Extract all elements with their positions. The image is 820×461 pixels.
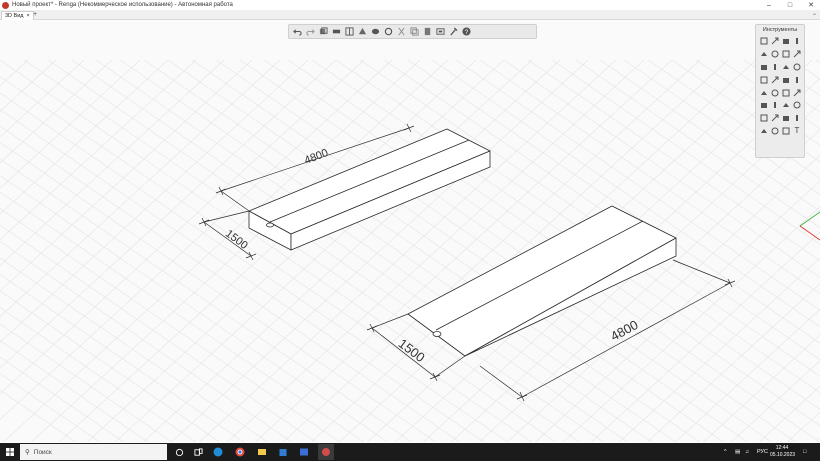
grid-icon[interactable] — [344, 27, 354, 37]
tab-close-icon[interactable]: × — [27, 12, 30, 20]
windows-start-icon[interactable] — [6, 448, 14, 456]
search-icon: ⚲ — [25, 449, 30, 456]
column-icon[interactable] — [792, 35, 802, 48]
dim-length-1: 4800 — [303, 147, 330, 167]
tools-grid: T — [756, 35, 804, 137]
undo-icon[interactable] — [292, 27, 302, 37]
display-mode-icon[interactable] — [435, 27, 445, 37]
railing-icon[interactable] — [759, 73, 769, 86]
dim-width-2: 1500 — [396, 336, 428, 365]
wall-icon[interactable] — [781, 35, 791, 48]
title-bar: Новый проект* - Renga (Некоммерческое ис… — [0, 0, 820, 10]
window-icon[interactable] — [781, 61, 791, 74]
network-icon[interactable]: ▤ — [735, 443, 740, 461]
duct-icon[interactable] — [781, 86, 791, 99]
section-icon[interactable] — [357, 27, 367, 37]
cortana-icon[interactable] — [173, 446, 185, 458]
keyboard-language[interactable]: РУС — [757, 443, 768, 461]
store-icon[interactable] — [277, 446, 289, 458]
select-icon[interactable] — [759, 35, 769, 48]
roof-icon[interactable] — [770, 48, 780, 61]
notifications-icon[interactable]: □ — [803, 443, 806, 461]
fitting-icon[interactable] — [792, 86, 802, 99]
chrome-icon[interactable] — [234, 446, 246, 458]
foundation-icon[interactable] — [781, 99, 791, 112]
beam-icon[interactable] — [792, 48, 802, 61]
axis-icon[interactable] — [759, 112, 769, 125]
line-icon[interactable] — [770, 73, 780, 86]
room-icon[interactable] — [781, 73, 791, 86]
mesh-icon[interactable] — [770, 99, 780, 112]
terminal-icon[interactable] — [792, 99, 802, 112]
task-view-icon[interactable] — [192, 446, 204, 458]
view-toolbar: ? — [288, 24, 537, 39]
tab-3d-view[interactable]: 3D Вид × — [1, 11, 34, 20]
window-title: Новый проект* - Renga (Некоммерческое ис… — [12, 2, 233, 8]
slab-icon[interactable] — [759, 48, 769, 61]
paste-icon[interactable] — [422, 27, 432, 37]
app-taskbar-icon[interactable] — [298, 446, 310, 458]
add-tab-button[interactable]: + — [33, 11, 37, 19]
stair-icon[interactable] — [781, 48, 791, 61]
ground-grid — [0, 59, 820, 442]
assembly-icon[interactable] — [781, 112, 791, 125]
layers-icon[interactable] — [331, 27, 341, 37]
ramp-icon[interactable] — [759, 61, 769, 74]
tab-overflow-icon[interactable]: ⌄ — [812, 10, 817, 17]
dim-width-1: 1500 — [223, 228, 250, 252]
rebar-icon[interactable] — [759, 99, 769, 112]
scene-canvas[interactable]: 4800 1500 4800 1500 — [0, 20, 820, 442]
tools-panel-title: Инструменты — [762, 27, 798, 33]
settings-icon[interactable] — [448, 27, 458, 37]
search-placeholder: Поиск — [33, 448, 52, 456]
minimize-button[interactable]: – — [758, 0, 780, 10]
opening-icon[interactable] — [792, 73, 802, 86]
plate-icon[interactable] — [770, 61, 780, 74]
help-icon[interactable]: ? — [461, 27, 471, 37]
svg-text:?: ? — [464, 29, 468, 36]
door-icon[interactable] — [792, 61, 802, 74]
element-icon[interactable] — [770, 112, 780, 125]
text-icon[interactable] — [770, 125, 780, 138]
copy-icon[interactable] — [409, 27, 419, 37]
cut-icon[interactable] — [396, 27, 406, 37]
elevation-icon[interactable] — [781, 125, 791, 138]
renga-taskbar-icon[interactable] — [318, 444, 334, 460]
trim-icon[interactable] — [792, 112, 802, 125]
redo-icon[interactable] — [305, 27, 315, 37]
edge-icon[interactable] — [212, 446, 224, 458]
tools-panel: Инструменты T — [755, 24, 805, 158]
dim-length-2: 4800 — [608, 317, 641, 344]
tab-label: 3D Вид — [5, 13, 24, 19]
equipment-icon[interactable] — [770, 86, 780, 99]
tab-bar: 3D Вид × + ⌄ — [0, 10, 820, 20]
snapshot-icon[interactable] — [383, 27, 393, 37]
pipe-icon[interactable] — [759, 86, 769, 99]
taskbar: ⚲ Поиск ^ ▤ ♫ РУС 12:44 05.10.2023 □ — [0, 443, 820, 461]
system-clock[interactable]: 12:44 05.10.2023 — [770, 445, 796, 458]
visibility-icon[interactable] — [370, 27, 380, 37]
volume-icon[interactable]: ♫ — [745, 443, 749, 461]
tray-arrow-icon[interactable]: ^ — [724, 443, 727, 461]
maximize-button[interactable]: □ — [779, 0, 801, 10]
level-icon[interactable] — [770, 35, 780, 48]
file-explorer-icon[interactable] — [256, 446, 268, 458]
clock-date: 05.10.2023 — [770, 451, 796, 458]
3d-viewport[interactable]: 4800 1500 4800 1500 ? Инструменты T — [0, 20, 820, 442]
text-tool-label: T — [794, 126, 800, 136]
app-icon — [2, 1, 9, 9]
close-button[interactable]: ✕ — [800, 0, 820, 10]
taskbar-search[interactable]: ⚲ Поиск — [20, 444, 167, 460]
view-cube-icon[interactable] — [318, 27, 328, 37]
annotation-icon[interactable]: T — [792, 125, 802, 138]
dimension-icon[interactable] — [759, 125, 769, 138]
